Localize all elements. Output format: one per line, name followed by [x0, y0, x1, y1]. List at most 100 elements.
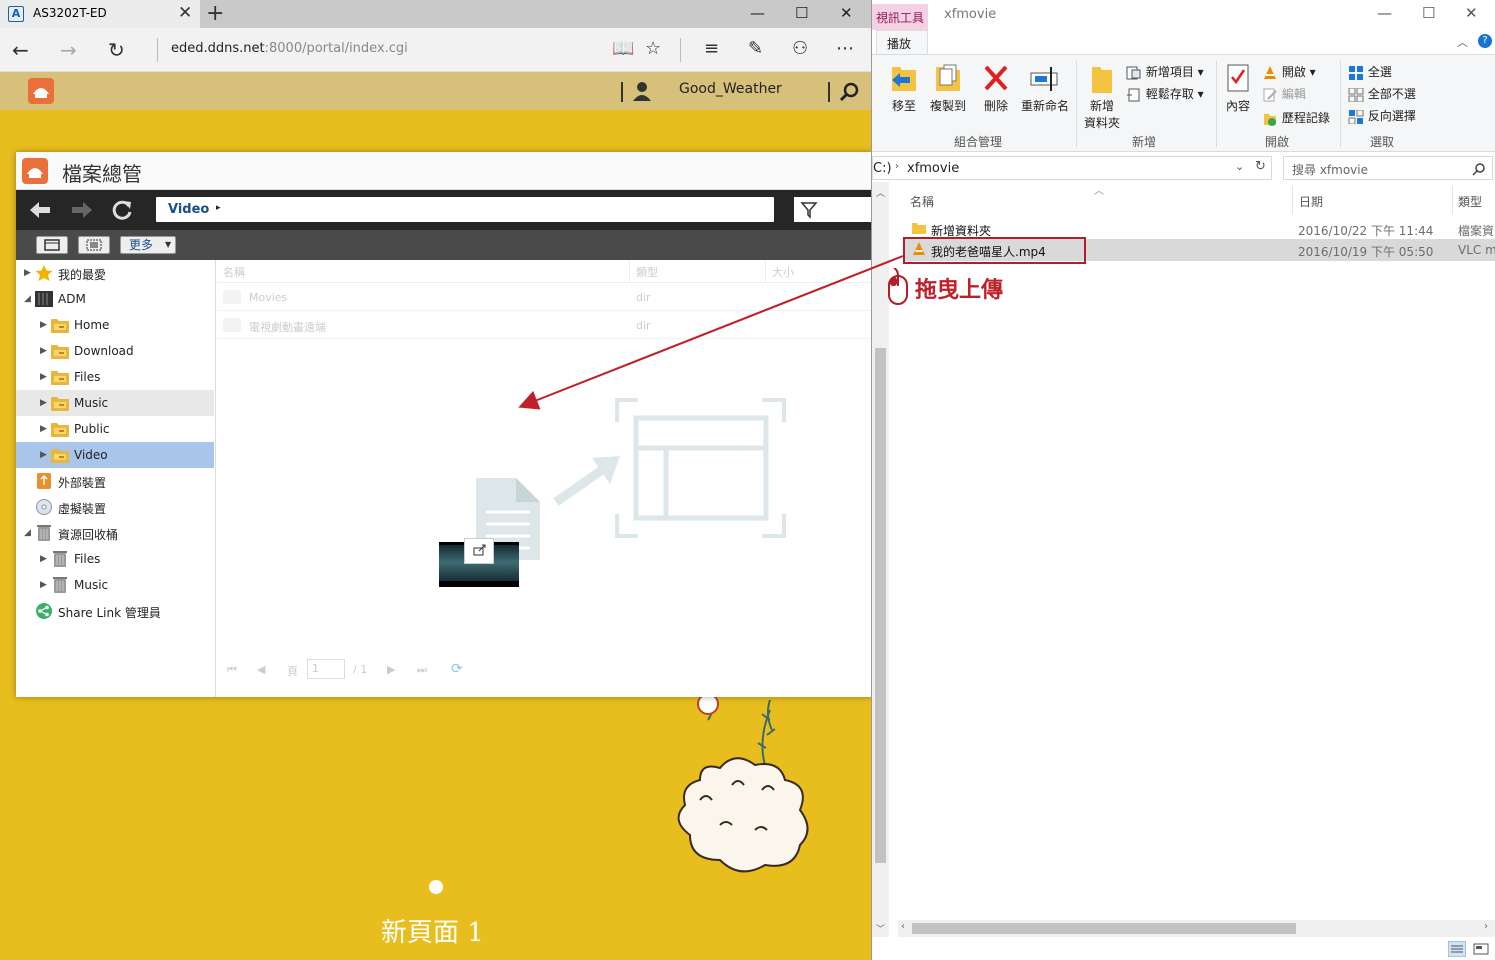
- delete-button[interactable]: 刪除: [978, 61, 1014, 114]
- path-breadcrumb[interactable]: Video ▸: [156, 197, 774, 222]
- new-folder-button[interactable]: [36, 236, 68, 254]
- address-bar[interactable]: C:) › xfmovie ⌄ ↻: [872, 156, 1272, 180]
- rename-button[interactable]: 重新命名: [1018, 61, 1072, 114]
- adm-home-logo-icon[interactable]: [28, 78, 54, 104]
- history-button[interactable]: 歷程記錄: [1262, 109, 1330, 126]
- column-header-type[interactable]: 類型: [636, 264, 658, 280]
- expand-arrow-icon[interactable]: ▶: [40, 424, 47, 434]
- tree-item-virtual-devices[interactable]: 虛擬裝置: [16, 494, 214, 520]
- prev-page-icon[interactable]: ◀: [257, 663, 265, 676]
- scroll-left-icon[interactable]: ‹: [901, 921, 905, 932]
- search-icon[interactable]: [838, 81, 860, 103]
- refresh-list-icon[interactable]: ⟳: [451, 661, 463, 677]
- address-bar[interactable]: eded.ddns.net:8000/portal/index.cgi: [171, 41, 408, 56]
- address-prefix[interactable]: C:): [873, 161, 892, 176]
- scroll-down-icon[interactable]: ﹀: [876, 922, 885, 935]
- scrollbar-thumb[interactable]: [875, 348, 886, 863]
- expand-arrow-icon[interactable]: ▶: [40, 580, 47, 590]
- tree-item-video[interactable]: ▶ Video: [16, 442, 214, 468]
- column-header-name[interactable]: 名稱: [223, 264, 245, 280]
- expand-arrow-icon[interactable]: ▶: [24, 268, 31, 278]
- browser-tab[interactable]: A AS3202T-ED ✕: [0, 0, 200, 28]
- tree-item-recycle-music[interactable]: ▶ Music: [16, 572, 214, 598]
- edit-button[interactable]: 編輯: [1262, 85, 1306, 102]
- expand-arrow-icon[interactable]: ▶: [40, 450, 47, 460]
- expand-arrow-icon[interactable]: ▶: [40, 320, 47, 330]
- collapse-ribbon-icon[interactable]: ︿: [1457, 34, 1468, 50]
- help-icon[interactable]: ?: [1478, 34, 1492, 48]
- select-none-button[interactable]: 全部不選: [1348, 85, 1416, 102]
- address-folder[interactable]: xfmovie: [907, 161, 959, 176]
- large-icons-view-icon[interactable]: [1472, 941, 1490, 957]
- select-mode-button[interactable]: [78, 236, 110, 254]
- filter-box[interactable]: [794, 197, 871, 222]
- column-divider[interactable]: [1292, 186, 1293, 214]
- last-page-icon[interactable]: ⏭: [417, 663, 427, 677]
- back-arrow-icon[interactable]: [28, 199, 52, 221]
- expand-arrow-icon[interactable]: ▶: [40, 398, 47, 408]
- collapse-arrow-icon[interactable]: ◢: [24, 294, 31, 304]
- list-item[interactable]: 電視劇動畫遠端 dir: [217, 311, 871, 339]
- move-to-button[interactable]: 移至: [888, 61, 920, 114]
- web-note-icon[interactable]: ✎: [748, 38, 763, 59]
- search-box[interactable]: 搜尋 xfmovie: [1283, 156, 1493, 180]
- search-placeholder[interactable]: 搜尋 xfmovie: [1292, 161, 1368, 178]
- copy-to-button[interactable]: 複製到: [928, 61, 968, 114]
- breadcrumb-chevron-icon[interactable]: ›: [895, 161, 899, 172]
- refresh-icon[interactable]: ↻: [108, 38, 125, 62]
- forward-icon[interactable]: →: [60, 38, 77, 62]
- forward-arrow-icon[interactable]: [70, 199, 94, 221]
- expand-arrow-icon[interactable]: ▶: [40, 372, 47, 382]
- tree-item-home[interactable]: ▶ Home: [16, 312, 214, 338]
- collapse-arrow-icon[interactable]: ◢: [24, 528, 31, 538]
- minimize-icon[interactable]: —: [750, 4, 765, 22]
- address-dropdown-icon[interactable]: ⌄: [1235, 160, 1244, 173]
- expand-arrow-icon[interactable]: ▶: [40, 554, 47, 564]
- reload-icon[interactable]: [110, 198, 134, 222]
- context-tab-video-tools[interactable]: 視訊工具: [872, 4, 928, 30]
- new-folder-button[interactable]: 新增 資料夾: [1082, 61, 1122, 131]
- column-header-type[interactable]: 類型: [1458, 193, 1482, 210]
- details-view-icon[interactable]: [1448, 941, 1466, 957]
- breadcrumb-segment[interactable]: Video: [168, 202, 209, 217]
- easy-access-button[interactable]: 輕鬆存取 ▾: [1126, 85, 1204, 102]
- reading-view-icon[interactable]: 📖: [612, 38, 634, 59]
- new-tab-icon[interactable]: +: [206, 1, 224, 26]
- expand-arrow-icon[interactable]: ▶: [40, 346, 47, 356]
- open-button[interactable]: 開啟 ▾: [1262, 63, 1316, 80]
- share-icon[interactable]: ⚇: [792, 38, 808, 59]
- favorite-star-icon[interactable]: ☆: [645, 38, 661, 59]
- tree-item-adm[interactable]: ◢ ADM: [16, 286, 214, 312]
- hub-icon[interactable]: ≡: [704, 38, 719, 59]
- tree-item-favorites[interactable]: ▶ 我的最愛: [16, 260, 214, 286]
- tab-play[interactable]: 播放: [876, 30, 928, 54]
- slide-indicator-dot[interactable]: [429, 880, 443, 894]
- scroll-right-icon[interactable]: ›: [1484, 921, 1488, 932]
- more-dropdown-button[interactable]: 更多 ▼: [120, 236, 176, 254]
- close-window-icon[interactable]: ✕: [1465, 4, 1478, 22]
- scrollbar-thumb[interactable]: [912, 923, 1296, 934]
- invert-selection-button[interactable]: 反向選擇: [1348, 107, 1416, 124]
- tree-item-public[interactable]: ▶ Public: [16, 416, 214, 442]
- page-number-input[interactable]: 1: [307, 659, 345, 679]
- tree-item-recycle-files[interactable]: ▶ Files: [16, 546, 214, 572]
- maximize-icon[interactable]: ☐: [1422, 4, 1435, 22]
- column-header-name[interactable]: 名稱: [910, 193, 934, 210]
- close-tab-icon[interactable]: ✕: [178, 3, 192, 23]
- refresh-icon[interactable]: ↻: [1255, 159, 1266, 174]
- tree-item-download[interactable]: ▶ Download: [16, 338, 214, 364]
- scroll-up-icon[interactable]: ︿: [876, 186, 885, 199]
- select-all-button[interactable]: 全選: [1348, 63, 1392, 80]
- minimize-icon[interactable]: —: [1377, 4, 1392, 22]
- tree-item-external-devices[interactable]: 外部裝置: [16, 468, 214, 494]
- new-item-button[interactable]: 新增項目 ▾: [1126, 63, 1204, 80]
- maximize-icon[interactable]: ☐: [795, 4, 808, 22]
- properties-button[interactable]: 內容: [1222, 61, 1254, 114]
- close-window-icon[interactable]: ✕: [840, 4, 853, 22]
- column-header-size[interactable]: 大小: [772, 264, 794, 280]
- tree-item-files[interactable]: ▶ Files: [16, 364, 214, 390]
- horizontal-scrollbar[interactable]: ‹ ›: [898, 920, 1495, 937]
- tree-item-recycle-bin[interactable]: ◢ 資源回收桶: [16, 520, 214, 546]
- tree-item-music[interactable]: ▶ Music: [16, 390, 214, 416]
- list-item[interactable]: Movies dir: [217, 283, 871, 311]
